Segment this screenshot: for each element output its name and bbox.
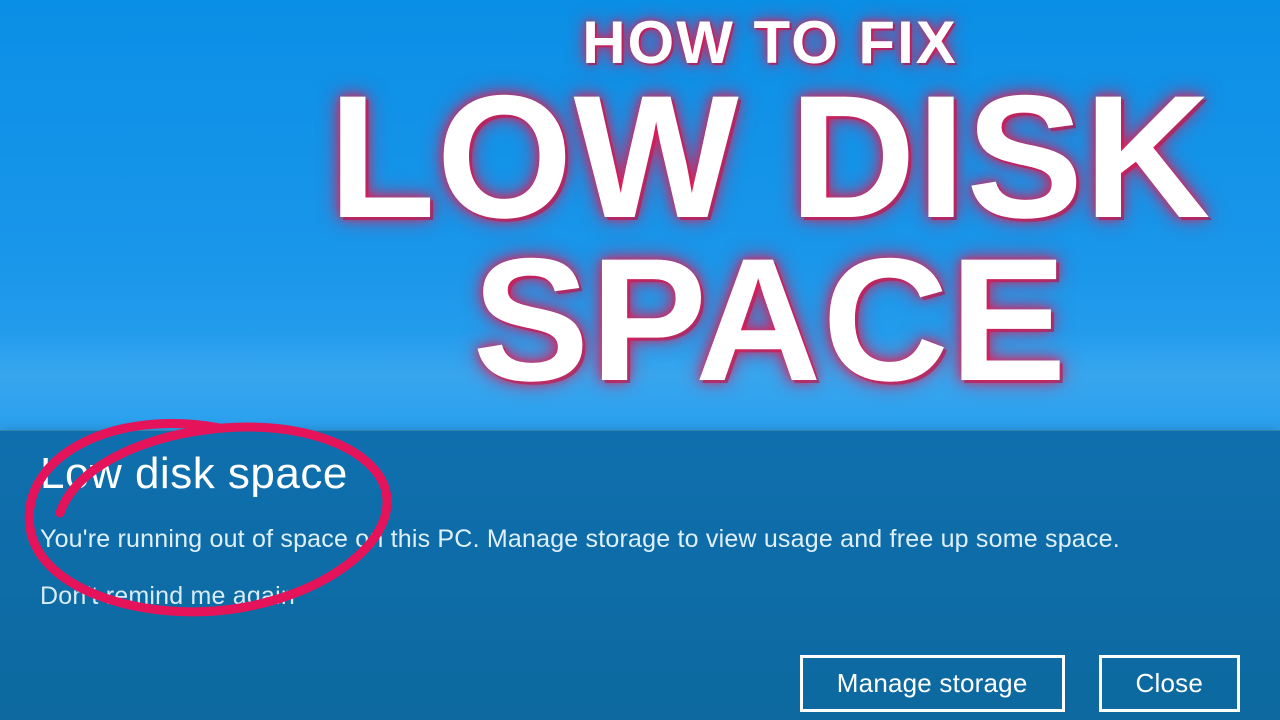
headline-block: HOW TO FIX LOW DISK SPACE	[280, 8, 1260, 403]
thumbnail-stage: HOW TO FIX LOW DISK SPACE Low disk space…	[0, 0, 1280, 720]
notification-button-row: Manage storage Close	[800, 655, 1240, 712]
headline-line-1: LOW DISK	[280, 77, 1260, 240]
notification-title: Low disk space	[40, 449, 1240, 499]
close-button[interactable]: Close	[1099, 655, 1240, 712]
headline-line-2: SPACE	[280, 240, 1260, 403]
low-disk-space-notification: Low disk space You're running out of spa…	[0, 430, 1280, 720]
dont-remind-link[interactable]: Don't remind me again	[40, 582, 295, 610]
notification-body: You're running out of space on this PC. …	[40, 525, 1240, 554]
manage-storage-button[interactable]: Manage storage	[800, 655, 1065, 712]
